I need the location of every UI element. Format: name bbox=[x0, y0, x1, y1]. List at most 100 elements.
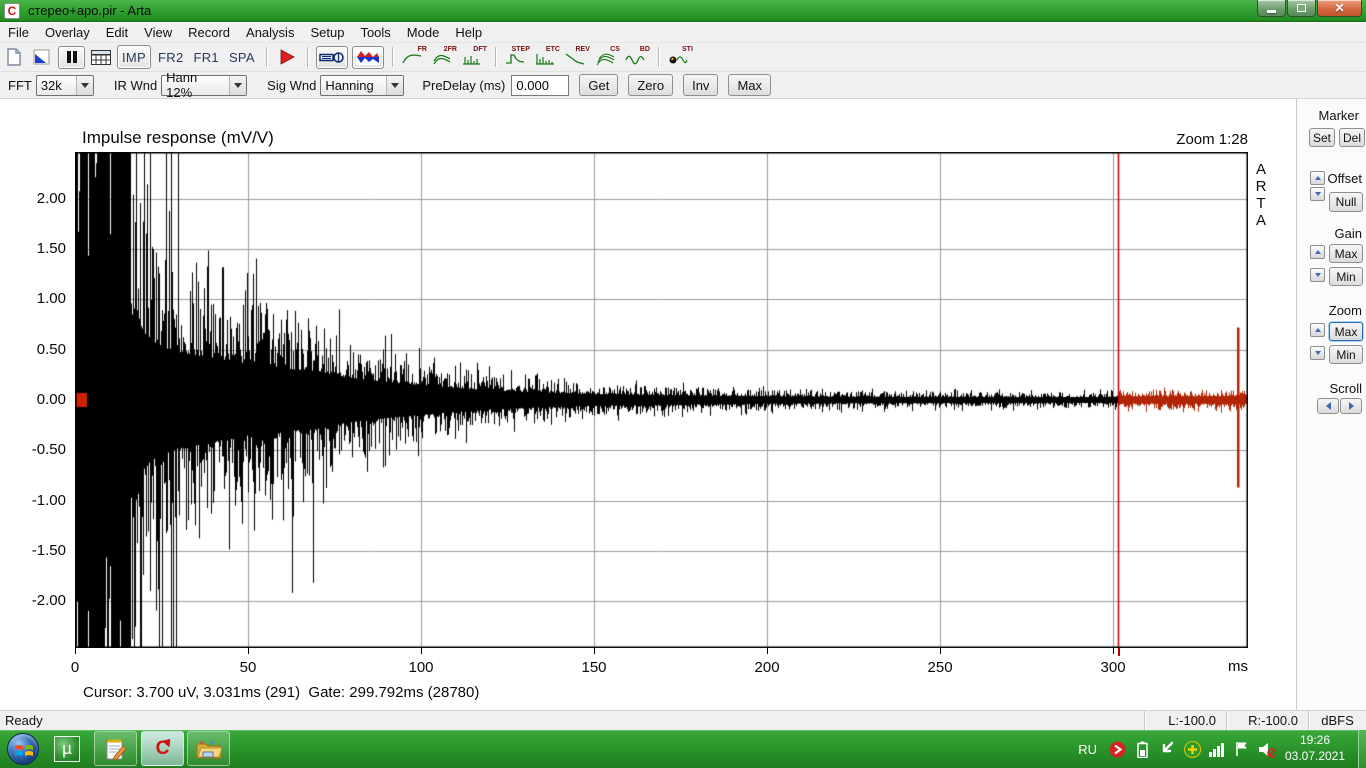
menu-item-edit[interactable]: Edit bbox=[98, 23, 136, 42]
toolbar-separator bbox=[494, 47, 496, 67]
gain-max-button[interactable]: Max bbox=[1329, 244, 1363, 263]
watermark-letter: A bbox=[1255, 212, 1266, 229]
menu-item-mode[interactable]: Mode bbox=[399, 23, 448, 42]
marker-del-button[interactable]: Del bbox=[1339, 128, 1365, 147]
marker-set-button[interactable]: Set bbox=[1309, 128, 1335, 147]
burst-decay-button[interactable]: BD bbox=[624, 46, 650, 68]
cursor-gate-readout: Cursor: 3.700 uV, 3.031ms (291) Gate: 29… bbox=[83, 684, 480, 701]
sig-window-dropdown-arrow bbox=[386, 75, 404, 95]
menu-item-view[interactable]: View bbox=[136, 23, 180, 42]
status-bar: Ready L:-100.0 R:-100.0 dBFS bbox=[0, 710, 1366, 730]
zoom-max-button[interactable]: Max bbox=[1329, 322, 1363, 341]
offset-down-spinner[interactable] bbox=[1310, 187, 1325, 201]
ir-window-select[interactable]: Hann 12% bbox=[161, 70, 248, 100]
offset-null-button[interactable]: Null bbox=[1329, 192, 1363, 212]
windows-taskbar: µ C RU 19:26 03.07.2021 bbox=[0, 730, 1366, 768]
tray-app-red-icon[interactable] bbox=[1108, 740, 1126, 758]
menu-item-analysis[interactable]: Analysis bbox=[238, 23, 302, 42]
arta-watermark: A R T A bbox=[1253, 161, 1269, 229]
zoom-down-spinner[interactable] bbox=[1310, 346, 1325, 360]
scroll-left-button[interactable] bbox=[1317, 398, 1339, 414]
language-indicator[interactable]: RU bbox=[1078, 742, 1097, 757]
arta-taskbar-button[interactable]: C bbox=[141, 731, 184, 766]
zoom-min-button[interactable]: Min bbox=[1329, 345, 1363, 364]
sti-measurement-button[interactable]: STI bbox=[667, 46, 693, 68]
menu-item-tools[interactable]: Tools bbox=[352, 23, 398, 42]
start-button[interactable] bbox=[7, 733, 39, 765]
menu-item-file[interactable]: File bbox=[0, 23, 37, 42]
dft-analysis-button[interactable]: DFT bbox=[461, 46, 487, 68]
fft-size-select[interactable]: 32k bbox=[35, 74, 94, 96]
max-button[interactable]: Max bbox=[728, 74, 771, 96]
etc-curve-button[interactable]: ETC bbox=[534, 46, 560, 68]
sig-window-label: Sig Wnd bbox=[267, 77, 317, 93]
gain-min-button[interactable]: Min bbox=[1329, 267, 1363, 286]
predelay-input[interactable] bbox=[511, 74, 570, 96]
play-button[interactable] bbox=[275, 45, 299, 69]
taskbar-clock[interactable]: 19:26 03.07.2021 bbox=[1278, 732, 1352, 766]
zero-button[interactable]: Zero bbox=[628, 74, 674, 96]
step-response-button[interactable]: STEP bbox=[504, 46, 530, 68]
fr-analysis-button[interactable]: FR bbox=[401, 46, 427, 68]
microphone-toggle-button[interactable] bbox=[315, 45, 348, 69]
play-icon bbox=[280, 49, 295, 65]
explorer-taskbar-button[interactable] bbox=[187, 731, 230, 766]
volume-muted-icon[interactable] bbox=[1258, 740, 1276, 758]
zoom-ratio-label: Zoom 1:28 bbox=[1176, 131, 1248, 148]
overlay-button[interactable] bbox=[30, 45, 54, 69]
pause-button[interactable] bbox=[58, 45, 85, 69]
menu-item-record[interactable]: Record bbox=[180, 23, 238, 42]
cumulative-spectrum-button[interactable]: CS bbox=[594, 46, 620, 68]
notepad-taskbar-button[interactable] bbox=[94, 731, 137, 766]
battery-icon[interactable] bbox=[1133, 740, 1151, 758]
impulse-response-plot[interactable] bbox=[75, 152, 1248, 648]
restore-button[interactable] bbox=[1287, 0, 1316, 17]
signal-generator-toggle-button[interactable] bbox=[351, 45, 384, 69]
menu-item-setup[interactable]: Setup bbox=[302, 23, 352, 42]
network-signal-icon[interactable] bbox=[1208, 740, 1226, 758]
action-center-flag-icon[interactable] bbox=[1233, 740, 1251, 758]
zoom-up-spinner[interactable] bbox=[1310, 323, 1325, 337]
show-hidden-icons-arrow[interactable] bbox=[1158, 740, 1176, 758]
notepad-icon bbox=[106, 739, 127, 761]
waterfall-icon bbox=[596, 53, 615, 66]
antivirus-tray-icon[interactable] bbox=[1183, 740, 1201, 758]
view-mode-spa-button[interactable]: SPA bbox=[224, 50, 260, 65]
new-file-button[interactable] bbox=[2, 45, 26, 69]
y-tick-label: -2.00 bbox=[31, 592, 66, 610]
menu-item-overlay[interactable]: Overlay bbox=[37, 23, 98, 42]
chart-side-panel: Marker Set Del Offset Null Gain Max Min … bbox=[1297, 99, 1366, 710]
gain-down-spinner[interactable] bbox=[1310, 268, 1325, 282]
dft-bars-icon bbox=[462, 56, 480, 65]
table-button[interactable] bbox=[89, 45, 113, 69]
gate-marker-tick bbox=[1118, 648, 1120, 656]
watermark-letter: T bbox=[1256, 195, 1266, 212]
utorrent-taskbar-icon[interactable]: µ bbox=[52, 734, 82, 764]
view-mode-fr1-button[interactable]: FR1 bbox=[188, 50, 223, 65]
reverberation-button[interactable]: REV bbox=[564, 46, 590, 68]
signal-generator-icon bbox=[355, 49, 380, 65]
inv-button[interactable]: Inv bbox=[683, 74, 719, 96]
get-button[interactable]: Get bbox=[579, 74, 619, 96]
down-arrow-icon bbox=[1314, 273, 1321, 277]
menu-item-help[interactable]: Help bbox=[447, 23, 490, 42]
view-mode-fr2-button[interactable]: FR2 bbox=[153, 50, 188, 65]
x-tick-label: 300 bbox=[1100, 659, 1126, 676]
2fr-curves-icon bbox=[433, 54, 451, 65]
predelay-label: PreDelay (ms) bbox=[422, 77, 506, 93]
show-desktop-button[interactable] bbox=[1358, 730, 1366, 768]
restore-icon bbox=[1297, 4, 1306, 12]
view-mode-imp-button[interactable]: IMP bbox=[117, 45, 152, 69]
2fr-analysis-button[interactable]: 2FR bbox=[431, 46, 457, 68]
minimize-button[interactable] bbox=[1257, 0, 1286, 17]
left-arrow-icon bbox=[1325, 402, 1331, 410]
decay-curve-icon bbox=[565, 53, 585, 65]
scroll-right-button[interactable] bbox=[1340, 398, 1362, 414]
x-axis-tick bbox=[940, 648, 941, 654]
gain-up-spinner[interactable] bbox=[1310, 245, 1325, 259]
sig-window-select[interactable]: Hanning bbox=[320, 74, 405, 96]
close-button[interactable]: ✕ bbox=[1317, 0, 1362, 17]
menu-bar: File Overlay Edit View Record Analysis S… bbox=[0, 23, 1366, 42]
table-icon bbox=[91, 49, 111, 65]
scroll-section-label: Scroll bbox=[1329, 381, 1362, 396]
